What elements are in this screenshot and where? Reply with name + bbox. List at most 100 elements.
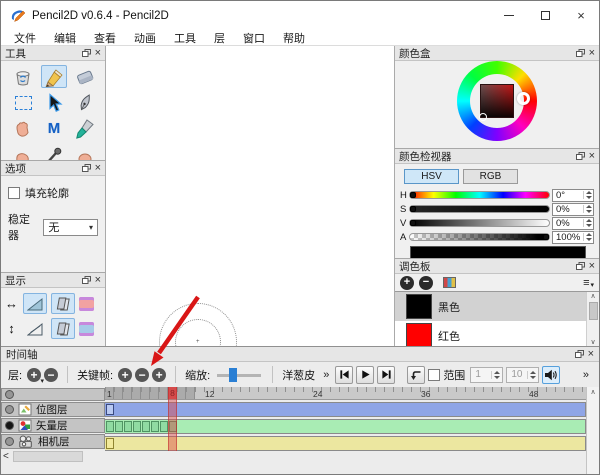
list-item[interactable]: 黑色 xyxy=(395,292,586,321)
alpha-slider-handle[interactable] xyxy=(543,234,549,240)
scrollbar-thumb[interactable] xyxy=(13,451,83,462)
color-inspector-header[interactable]: 颜色检视器 × xyxy=(395,149,599,164)
onion-next-color-button[interactable] xyxy=(79,322,94,336)
close-panel-icon[interactable]: × xyxy=(589,151,595,162)
loop-button[interactable] xyxy=(407,366,425,384)
close-panel-icon[interactable]: × xyxy=(95,48,101,59)
float-panel-icon[interactable] xyxy=(575,350,584,358)
value-spinbox[interactable]: 0% xyxy=(552,217,594,230)
float-panel-icon[interactable] xyxy=(576,152,585,160)
range-end-spinbox[interactable]: 10 xyxy=(506,367,539,383)
next-frame-button[interactable] xyxy=(377,366,395,384)
spin-down-icon[interactable] xyxy=(586,238,592,241)
tab-rgb[interactable]: RGB xyxy=(463,169,518,184)
frame-ruler[interactable]: 1 12 24 36 48 8 xyxy=(105,387,586,400)
visibility-dot-icon[interactable] xyxy=(5,405,14,414)
scrollbar-thumb[interactable] xyxy=(589,302,598,320)
previous-frame-button[interactable] xyxy=(335,366,353,384)
saturation-slider[interactable] xyxy=(409,205,550,213)
mirror-vertical-button[interactable] xyxy=(23,318,47,339)
visibility-dot-icon[interactable] xyxy=(5,421,14,430)
table-row[interactable] xyxy=(105,436,586,451)
polyline-tool-button[interactable]: M xyxy=(41,117,67,140)
eraser-tool-button[interactable] xyxy=(72,65,98,88)
menu-animation[interactable]: 动画 xyxy=(125,30,165,46)
slider-handle[interactable] xyxy=(229,368,237,382)
overlay-panes2-button[interactable] xyxy=(51,318,75,339)
scroll-up-icon[interactable]: ∧ xyxy=(590,388,595,396)
alpha-slider[interactable] xyxy=(409,233,550,241)
value-slider-handle[interactable] xyxy=(410,220,416,226)
menu-tools[interactable]: 工具 xyxy=(165,30,205,46)
close-panel-icon[interactable]: × xyxy=(588,349,594,360)
hue-slider-handle[interactable] xyxy=(410,192,416,198)
swatch-mode-icon[interactable] xyxy=(443,277,456,288)
range-checkbox[interactable] xyxy=(428,369,440,381)
close-panel-icon[interactable]: × xyxy=(589,261,595,272)
list-item[interactable]: 红色 xyxy=(395,321,586,346)
mirror-view-button[interactable] xyxy=(23,293,47,314)
palette-scrollbar[interactable]: ∧ ∨ xyxy=(586,292,599,346)
spin-down-icon[interactable] xyxy=(586,210,592,213)
flip-horizontal-icon[interactable]: ↔ xyxy=(4,296,19,311)
float-panel-icon[interactable] xyxy=(82,164,91,172)
saturation-spinbox[interactable]: 0% xyxy=(552,203,594,216)
menu-window[interactable]: 窗口 xyxy=(234,30,274,46)
sound-toggle-button[interactable] xyxy=(542,366,560,384)
value-slider[interactable] xyxy=(409,219,550,227)
onion-prev-color-button[interactable] xyxy=(79,297,94,311)
minimize-button[interactable] xyxy=(491,1,527,30)
options-panel-header[interactable]: 选项 × xyxy=(1,161,105,176)
playhead[interactable] xyxy=(168,387,177,451)
close-button[interactable]: × xyxy=(563,1,599,30)
pen-tool-button[interactable] xyxy=(72,91,98,114)
spin-down-icon[interactable] xyxy=(530,376,536,379)
remove-keyframe-button[interactable]: − xyxy=(135,368,149,382)
all-layers-visibility-row[interactable] xyxy=(1,388,105,401)
menu-view[interactable]: 查看 xyxy=(85,30,125,46)
toolbar-overflow-chevron[interactable]: » xyxy=(583,369,589,381)
color-wheel[interactable] xyxy=(457,61,537,141)
color-box-header[interactable]: 颜色盒 × xyxy=(395,46,599,61)
overlay-panes-button[interactable] xyxy=(51,293,75,314)
flip-vertical-icon[interactable]: ↕ xyxy=(4,321,19,336)
palette-menu-button[interactable]: ≡ ▾ xyxy=(583,277,594,289)
hue-marker[interactable] xyxy=(517,92,530,105)
menu-help[interactable]: 帮助 xyxy=(274,30,314,46)
timeline-zoom-slider[interactable] xyxy=(217,367,261,383)
table-row[interactable] xyxy=(105,402,586,417)
finger-tool-button[interactable] xyxy=(72,143,98,160)
onion-overflow-chevron[interactable]: » xyxy=(323,369,329,381)
keyframe-cell[interactable] xyxy=(160,421,168,432)
add-color-button[interactable]: + xyxy=(400,276,414,290)
keyframe-cell[interactable] xyxy=(106,438,114,449)
spin-up-icon[interactable] xyxy=(586,191,592,194)
spinner-arrows[interactable] xyxy=(583,233,592,241)
scroll-down-icon[interactable]: ∨ xyxy=(590,338,595,346)
spinner-arrows[interactable] xyxy=(527,371,536,379)
keyframe-cell[interactable] xyxy=(124,421,132,432)
track-header-bitmap[interactable]: 位图层 xyxy=(1,402,105,417)
move-tool-button[interactable] xyxy=(41,91,67,114)
maximize-button[interactable] xyxy=(527,1,563,30)
float-panel-icon[interactable] xyxy=(82,49,91,57)
hue-slider[interactable] xyxy=(409,191,550,199)
float-panel-icon[interactable] xyxy=(576,49,585,57)
float-panel-icon[interactable] xyxy=(576,262,585,270)
menu-edit[interactable]: 编辑 xyxy=(45,30,85,46)
spin-up-icon[interactable] xyxy=(586,205,592,208)
spin-up-icon[interactable] xyxy=(586,233,592,236)
stabilizer-select[interactable]: 无 ▾ xyxy=(43,219,98,236)
visibility-dot-icon[interactable] xyxy=(5,390,14,399)
remove-layer-button[interactable]: − xyxy=(44,368,58,382)
timeline-horizontal-scrollbar[interactable]: < xyxy=(3,451,83,462)
menu-file[interactable]: 文件 xyxy=(5,30,45,46)
spin-up-icon[interactable] xyxy=(494,371,500,374)
display-panel-header[interactable]: 显示 × xyxy=(1,273,105,288)
keyframe-cell[interactable] xyxy=(151,421,159,432)
spinner-arrows[interactable] xyxy=(583,219,592,227)
tools-panel-header[interactable]: 工具 × xyxy=(1,46,105,61)
menu-layer[interactable]: 层 xyxy=(205,30,234,46)
hue-spinbox[interactable]: 0° xyxy=(552,189,594,202)
scroll-left-icon[interactable]: < xyxy=(3,451,9,462)
